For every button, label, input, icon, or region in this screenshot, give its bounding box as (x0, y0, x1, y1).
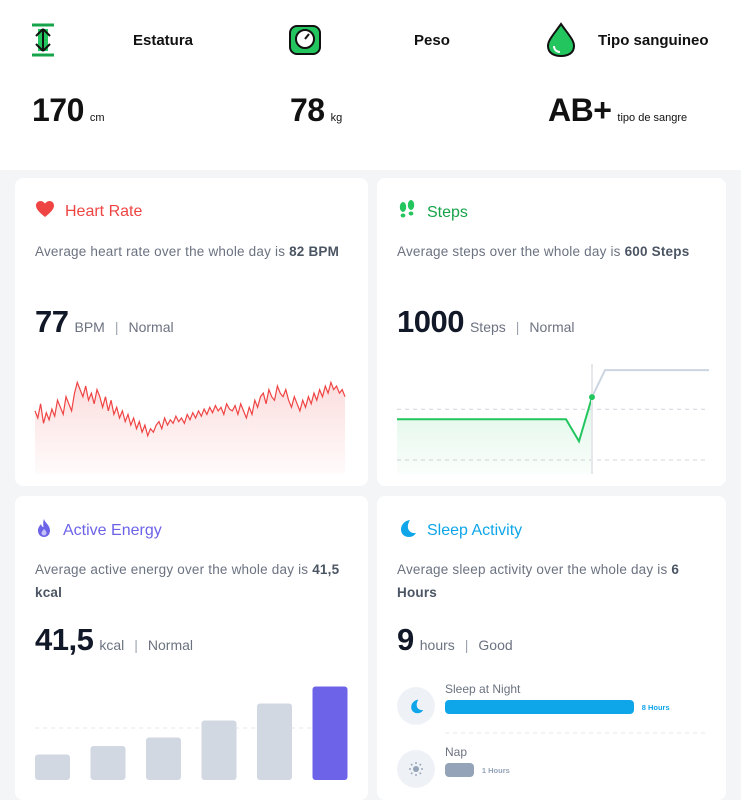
weight-label: Peso (414, 32, 450, 49)
active-energy-title: Active Energy (63, 521, 162, 539)
sleep-activity-unit: hours (419, 637, 455, 653)
steps-status: Normal (529, 319, 575, 335)
metrics-grid: Heart Rate Average heart rate over the w… (0, 170, 741, 800)
active-energy-card[interactable]: Active Energy Average active energy over… (15, 496, 368, 800)
active-energy-status: Normal (147, 637, 194, 653)
active-energy-desc-text: Average active energy over the whole day… (35, 562, 313, 577)
steps-line-future (591, 369, 709, 398)
footprints-icon (397, 200, 417, 225)
height-value-group: 170 cm (32, 92, 105, 129)
sleep-nap-bar (445, 763, 474, 777)
sleep-activity-title: Sleep Activity (427, 521, 523, 539)
heart-icon (35, 200, 55, 223)
sleep-night-row: Sleep at Night 8 Hours (397, 682, 707, 726)
heart-rate-header: Heart Rate (35, 200, 142, 223)
height-arrows-icon (28, 22, 62, 58)
weight-value-group: 78 kg (290, 92, 342, 129)
heart-rate-unit: BPM (74, 319, 105, 335)
energy-bar-2 (90, 746, 126, 780)
steps-value: 1000 (397, 304, 464, 339)
steps-header: Steps (397, 200, 468, 225)
blood-unit: tipo de sangre (617, 112, 688, 124)
weight-unit: kg (330, 112, 343, 124)
energy-bar-4 (201, 720, 237, 780)
steps-desc-value: 600 Steps (624, 244, 690, 259)
steps-chart (397, 364, 709, 474)
heart-rate-area (35, 382, 345, 474)
moon-icon (397, 518, 417, 543)
sleep-activity-card[interactable]: Sleep Activity Average sleep activity ov… (377, 496, 726, 800)
heart-rate-desc-text: Average heart rate over the whole day is (35, 244, 290, 259)
sleep-night-value: 8 Hours (641, 703, 670, 712)
active-energy-chart (35, 686, 348, 780)
blood-label: Tipo sanguineo (598, 32, 709, 49)
sleep-activity-header: Sleep Activity (397, 518, 522, 543)
sleep-nap-row: Nap 1 Hours (397, 745, 707, 789)
steps-card[interactable]: Steps Average steps over the whole day i… (377, 178, 726, 486)
sleep-activity-desc-text: Average sleep activity over the whole da… (397, 562, 672, 577)
height-value: 170 (32, 92, 84, 128)
sleep-night-bar (445, 700, 634, 714)
heart-rate-chart (34, 380, 346, 474)
steps-reading: 1000 Steps | Normal (397, 304, 575, 340)
sleep-activity-separator: | (464, 637, 469, 653)
heart-rate-status: Normal (128, 319, 174, 335)
moon-small-icon (397, 687, 435, 725)
sleep-activity-status: Good (478, 637, 513, 653)
height-unit: cm (89, 112, 105, 124)
active-energy-value: 41,5 (35, 622, 94, 657)
sleep-activity-reading: 9 hours | Good (397, 622, 513, 658)
sleep-divider (445, 732, 707, 734)
active-energy-description: Average active energy over the whole day… (35, 558, 355, 604)
steps-area (397, 397, 592, 474)
flame-icon (35, 518, 53, 543)
steps-unit: Steps (469, 319, 506, 335)
vitals-header: Estatura 170 cm Peso 78 kg Tipo sanguine… (0, 0, 741, 170)
sun-icon (397, 750, 435, 788)
sleep-activity-value: 9 (397, 622, 414, 657)
heart-rate-title: Heart Rate (65, 202, 143, 220)
energy-bar-6 (312, 686, 348, 780)
sleep-night-label: Sleep at Night (445, 682, 521, 696)
energy-bar-1 (35, 754, 70, 780)
active-energy-unit: kcal (99, 637, 125, 653)
weight-value: 78 (290, 92, 325, 128)
steps-point (589, 394, 595, 401)
blood-value: AB+ (548, 92, 612, 128)
steps-title: Steps (427, 203, 468, 221)
heart-rate-card[interactable]: Heart Rate Average heart rate over the w… (15, 178, 368, 486)
active-energy-separator: | (134, 637, 138, 653)
heart-rate-value: 77 (35, 304, 69, 339)
energy-bar-3 (146, 737, 181, 780)
sleep-nap-value: 1 Hours (481, 766, 510, 775)
active-energy-reading: 41,5 kcal | Normal (35, 622, 193, 658)
heart-rate-desc-value: 82 BPM (289, 244, 340, 259)
steps-separator: | (515, 319, 520, 335)
energy-bar-5 (257, 703, 292, 780)
sleep-activity-description: Average sleep activity over the whole da… (397, 558, 717, 604)
height-label: Estatura (133, 32, 194, 49)
scale-icon (288, 22, 322, 58)
heart-rate-separator: | (114, 319, 119, 335)
steps-description: Average steps over the whole day is 600 … (397, 240, 717, 263)
steps-desc-text: Average steps over the whole day is (397, 244, 625, 259)
heart-rate-description: Average heart rate over the whole day is… (35, 240, 355, 263)
blood-value-group: AB+ tipo de sangre (548, 92, 687, 129)
blood-drop-icon (544, 22, 578, 58)
heart-rate-reading: 77 BPM | Normal (35, 304, 174, 340)
active-energy-header: Active Energy (35, 518, 162, 543)
sleep-nap-label: Nap (445, 745, 468, 759)
